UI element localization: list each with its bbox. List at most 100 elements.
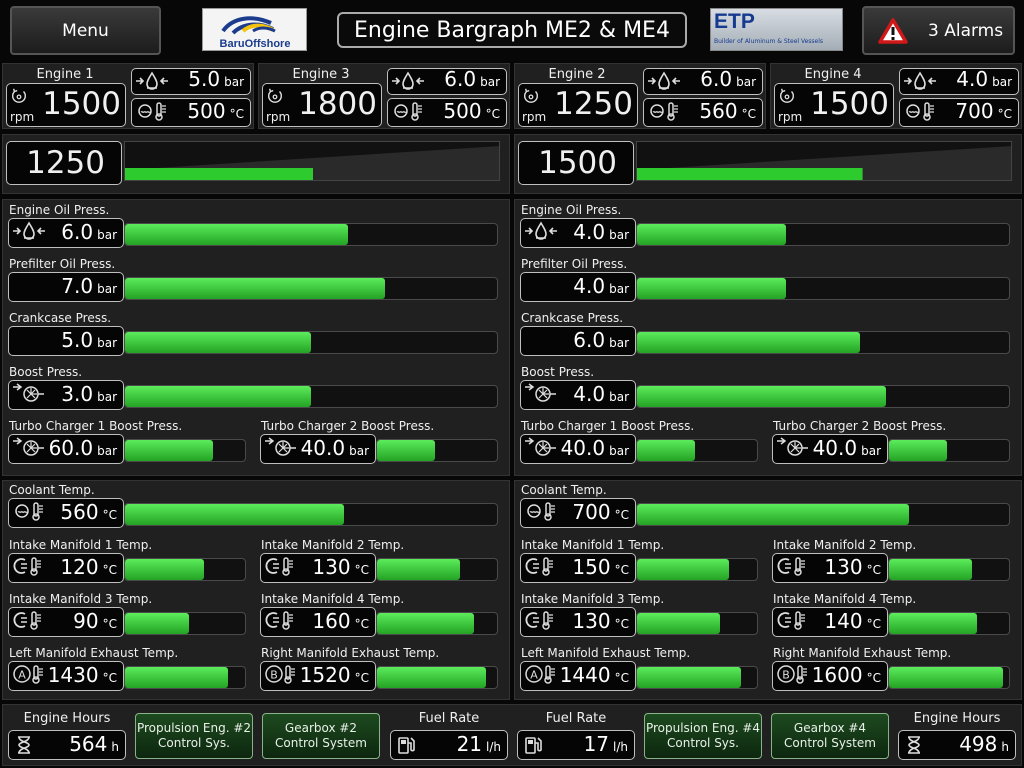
- crankcase-value-box: 6.0 bar: [520, 326, 636, 356]
- coolant-bar: [636, 503, 1010, 526]
- boost-label: Boost Press.: [9, 365, 83, 379]
- coolant-bar-fill: [637, 504, 909, 525]
- temp-value: 700: [955, 99, 994, 123]
- oil-value-box: 6.0 bar: [8, 218, 124, 248]
- boost-bar-fill: [637, 386, 887, 407]
- engine-rpm-box: rpm 1500: [6, 83, 126, 127]
- coolant-temperature-icon: [391, 101, 425, 121]
- prop2-line2: Control Sys.: [158, 736, 230, 750]
- lme-bar: [636, 666, 758, 689]
- im2-label: Intake Manifold 2 Temp.: [773, 538, 917, 552]
- oil-value: 4.0: [573, 220, 606, 244]
- turbo-icon: [776, 437, 810, 457]
- boost-label: Boost Press.: [521, 365, 595, 379]
- rme-label: Right Manifold Exhaust Temp.: [261, 646, 440, 660]
- oil-unit: bar: [992, 75, 1012, 89]
- prefilter-label: Prefilter Oil Press.: [521, 257, 628, 271]
- rme-bar-fill: [889, 667, 1003, 688]
- turbo-icon: [524, 437, 558, 457]
- oil-pressure-icon: [12, 221, 46, 241]
- prop2-button[interactable]: Propulsion Eng. #2 Control Sys.: [135, 713, 253, 759]
- lme-bar-fill: [125, 667, 229, 688]
- engine-oil-box: 5.0 bar: [131, 68, 251, 95]
- baru-logo-text: BaruOffshore: [220, 38, 291, 50]
- im4-label: Intake Manifold 4 Temp.: [261, 592, 405, 606]
- etp-logo: ETP Builder of Aluminum & Steel Vessels: [710, 8, 843, 51]
- im1-value-box: 150 °C: [520, 553, 636, 583]
- menu-button[interactable]: Menu: [10, 6, 161, 55]
- im4-unit: °C: [866, 617, 881, 631]
- rpm-unit: rpm: [10, 110, 35, 124]
- engine-temp-box: 500 °C: [387, 98, 507, 127]
- page-title-text: Engine Bargraph ME2 & ME4: [354, 17, 670, 43]
- fuel-pump-icon: [523, 735, 543, 755]
- tc2-label: Turbo Charger 2 Boost Press.: [261, 419, 435, 433]
- engine-speed-bar: [636, 141, 1012, 181]
- exhaust-a-icon: [12, 664, 46, 684]
- im3-label: Intake Manifold 3 Temp.: [521, 592, 665, 606]
- oil-label: Engine Oil Press.: [9, 203, 110, 217]
- tc1-unit: bar: [97, 444, 117, 458]
- etp-logo-sub: Builder of Aluminum & Steel Vessels: [714, 38, 824, 45]
- im3-bar: [636, 612, 758, 635]
- oil-bar-fill: [637, 224, 786, 245]
- turbo-icon: [12, 383, 46, 403]
- tc2-bar: [888, 439, 1010, 462]
- gear2-line1: Gearbox #2: [284, 721, 358, 735]
- prefilter-value: 4.0: [573, 274, 606, 298]
- gear4-button[interactable]: Gearbox #4 Control System: [771, 713, 889, 759]
- gear4-line1: Gearbox #4: [793, 721, 867, 735]
- im4-bar: [888, 612, 1010, 635]
- coolant-temperature-icon: [12, 501, 46, 521]
- rme-value-box: 1600 °C: [772, 661, 888, 691]
- oil-unit: bar: [609, 228, 629, 242]
- lme-value-box: 1430 °C: [8, 661, 124, 691]
- crankcase-label: Crankcase Press.: [521, 311, 624, 325]
- tc2-value-box: 40.0 bar: [772, 434, 888, 464]
- im1-bar: [124, 558, 246, 581]
- lme-value: 1430: [47, 663, 99, 687]
- intake-manifold-icon: [264, 610, 298, 630]
- rme-bar: [376, 666, 498, 689]
- temp-unit: °C: [229, 107, 244, 121]
- boost-bar-fill: [125, 386, 311, 407]
- engine-name: Engine 2: [548, 67, 606, 82]
- im1-bar-fill: [637, 559, 730, 580]
- oil-value: 6.0: [444, 68, 477, 91]
- crankcase-bar-fill: [637, 332, 861, 353]
- engine-temp-box: 560 °C: [643, 98, 763, 127]
- prefilter-label: Prefilter Oil Press.: [9, 257, 116, 271]
- fuel_left-unit: l/h: [486, 740, 501, 754]
- im1-label: Intake Manifold 1 Temp.: [9, 538, 153, 552]
- boost-value-box: 4.0 bar: [520, 380, 636, 410]
- fuel-pump-icon: [396, 735, 416, 755]
- tc1-bar-fill: [637, 440, 695, 461]
- prefilter-unit: bar: [97, 282, 117, 296]
- temp-value: 500: [187, 99, 226, 123]
- oil-unit: bar: [224, 75, 244, 89]
- rpm-icon: [778, 87, 796, 105]
- coolant-value: 560: [60, 500, 99, 524]
- engine-speed-value-box: 1250: [6, 141, 122, 185]
- oil-value: 6.0: [700, 68, 733, 91]
- tc2-unit: bar: [861, 444, 881, 458]
- engine-temp-box: 500 °C: [131, 98, 251, 127]
- rme-label: Right Manifold Exhaust Temp.: [773, 646, 952, 660]
- im4-bar: [376, 612, 498, 635]
- gear2-button[interactable]: Gearbox #2 Control System: [262, 713, 380, 759]
- alarms-label: 3 Alarms: [928, 20, 1004, 41]
- engine-name: Engine 3: [292, 67, 350, 82]
- im3-unit: °C: [614, 617, 629, 631]
- prop4-button[interactable]: Propulsion Eng. #4 Control Sys.: [644, 713, 762, 759]
- im2-value: 130: [312, 555, 351, 579]
- hourglass-icon: [904, 735, 924, 755]
- alarms-button[interactable]: 3 Alarms: [862, 6, 1015, 55]
- engine-oil-box: 6.0 bar: [643, 68, 763, 95]
- exhaust-a-icon: [524, 664, 558, 684]
- oil-value: 5.0: [188, 68, 221, 91]
- crankcase-unit: bar: [97, 336, 117, 350]
- tc1-label: Turbo Charger 1 Boost Press.: [9, 419, 183, 433]
- engine-rpm-box: rpm 1500: [774, 83, 894, 127]
- im3-unit: °C: [102, 617, 117, 631]
- lme-bar: [124, 666, 246, 689]
